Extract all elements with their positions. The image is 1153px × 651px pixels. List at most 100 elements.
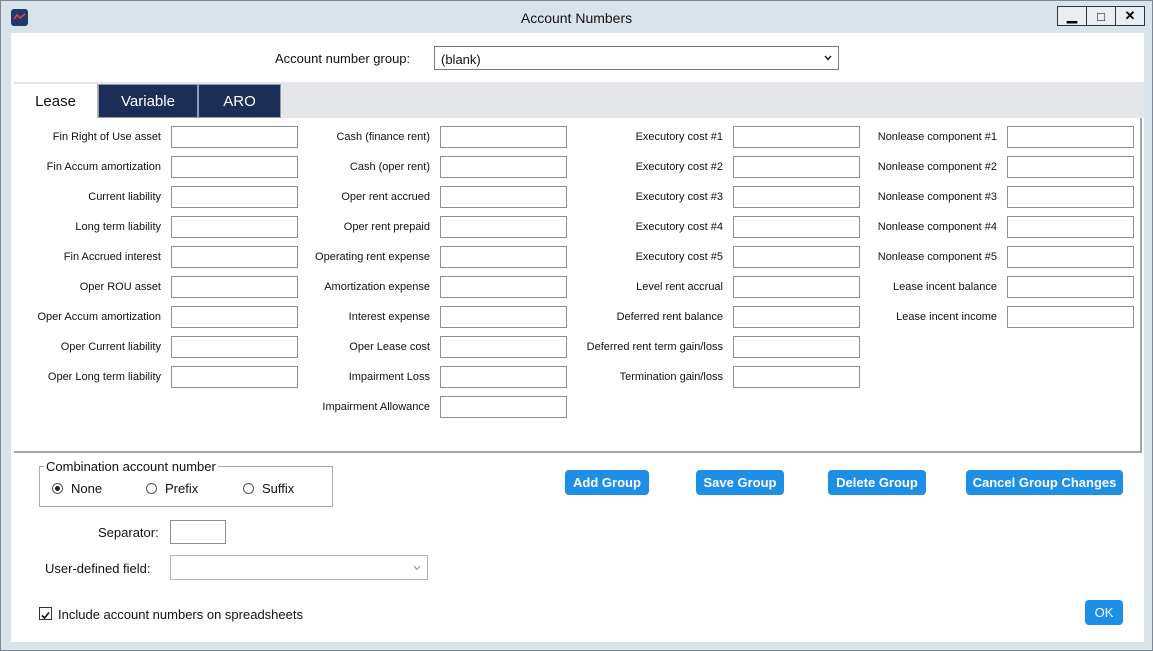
account-group-row: Account number group: (blank) bbox=[11, 46, 1144, 72]
save-group-button[interactable]: Save Group bbox=[696, 470, 784, 495]
minimize-button[interactable]: ▁ bbox=[1058, 7, 1086, 25]
field-input-col4-2[interactable] bbox=[1007, 186, 1134, 208]
field-label-col3-2: Executory cost #3 bbox=[635, 191, 723, 203]
separator-input[interactable] bbox=[170, 520, 226, 544]
field-input-col1-4[interactable] bbox=[171, 246, 298, 268]
field-label-col3-7: Deferred rent term gain/loss bbox=[586, 341, 723, 353]
field-input-col2-9[interactable] bbox=[440, 396, 567, 418]
field-input-col1-6[interactable] bbox=[171, 306, 298, 328]
maximize-icon: □ bbox=[1097, 8, 1105, 24]
field-input-col3-2[interactable] bbox=[733, 186, 860, 208]
tab-aro[interactable]: ARO bbox=[198, 84, 281, 118]
delete-group-button[interactable]: Delete Group bbox=[828, 470, 926, 495]
field-label-col2-9: Impairment Allowance bbox=[322, 401, 430, 413]
field-label-col1-3: Long term liability bbox=[75, 221, 161, 233]
field-label-col2-1: Cash (oper rent) bbox=[349, 161, 430, 173]
radio-icon bbox=[146, 483, 157, 494]
field-label-col3-8: Termination gain/loss bbox=[619, 371, 723, 383]
account-group-select[interactable]: (blank) bbox=[434, 46, 839, 70]
field-input-col2-6[interactable] bbox=[440, 306, 567, 328]
field-input-col2-0[interactable] bbox=[440, 126, 567, 148]
field-input-col3-5[interactable] bbox=[733, 276, 860, 298]
field-label-col2-6: Interest expense bbox=[348, 311, 430, 323]
field-input-col1-3[interactable] bbox=[171, 216, 298, 238]
chevron-down-icon bbox=[413, 565, 421, 571]
radio-prefix[interactable]: Prefix bbox=[146, 481, 198, 496]
account-numbers-window: Account Numbers ▁ □ ✕ Account number gro… bbox=[0, 0, 1153, 651]
field-label-col3-4: Executory cost #5 bbox=[635, 251, 723, 263]
combination-group: Combination account number None Prefix S… bbox=[39, 459, 333, 507]
field-input-col4-6[interactable] bbox=[1007, 306, 1134, 328]
radio-suffix[interactable]: Suffix bbox=[243, 481, 294, 496]
tab-lease[interactable]: Lease bbox=[14, 84, 98, 119]
minimize-icon: ▁ bbox=[1067, 8, 1077, 23]
field-label-col1-7: Oper Current liability bbox=[60, 341, 161, 353]
field-label-col4-5: Lease incent balance bbox=[893, 281, 997, 293]
field-input-col2-4[interactable] bbox=[440, 246, 567, 268]
radio-suffix-label: Suffix bbox=[262, 481, 295, 496]
field-input-col2-3[interactable] bbox=[440, 216, 567, 238]
separator-label: Separator: bbox=[98, 525, 159, 540]
field-input-col3-1[interactable] bbox=[733, 156, 860, 178]
field-input-col2-7[interactable] bbox=[440, 336, 567, 358]
field-label-col2-3: Oper rent prepaid bbox=[343, 221, 430, 233]
add-group-button[interactable]: Add Group bbox=[565, 470, 649, 495]
field-input-col2-8[interactable] bbox=[440, 366, 567, 388]
maximize-button[interactable]: □ bbox=[1086, 7, 1115, 25]
field-label-col3-3: Executory cost #4 bbox=[635, 221, 723, 233]
field-label-col4-3: Nonlease component #4 bbox=[877, 221, 997, 233]
field-label-col2-7: Oper Lease cost bbox=[349, 341, 430, 353]
close-button[interactable]: ✕ bbox=[1115, 7, 1144, 25]
account-group-value: (blank) bbox=[441, 52, 481, 67]
field-label-col1-0: Fin Right of Use asset bbox=[52, 131, 161, 143]
field-input-col3-3[interactable] bbox=[733, 216, 860, 238]
field-label-col2-0: Cash (finance rent) bbox=[336, 131, 430, 143]
radio-none[interactable]: None bbox=[52, 481, 102, 496]
lease-accounts-panel: Fin Right of Use asset Fin Accum amortiza… bbox=[14, 118, 1142, 453]
field-label-col3-6: Deferred rent balance bbox=[616, 311, 723, 323]
field-input-col4-0[interactable] bbox=[1007, 126, 1134, 148]
radio-none-label: None bbox=[71, 481, 103, 496]
field-input-col3-7[interactable] bbox=[733, 336, 860, 358]
field-label-col1-4: Fin Accrued interest bbox=[63, 251, 161, 263]
field-input-col4-1[interactable] bbox=[1007, 156, 1134, 178]
field-input-col3-8[interactable] bbox=[733, 366, 860, 388]
field-input-col1-5[interactable] bbox=[171, 276, 298, 298]
field-label-col4-4: Nonlease component #5 bbox=[877, 251, 997, 263]
field-label-col4-2: Nonlease component #3 bbox=[877, 191, 997, 203]
ok-button[interactable]: OK bbox=[1085, 600, 1123, 625]
field-label-col1-1: Fin Accum amortization bbox=[46, 161, 161, 173]
field-input-col2-5[interactable] bbox=[440, 276, 567, 298]
field-input-col3-0[interactable] bbox=[733, 126, 860, 148]
field-label-col1-8: Oper Long term liability bbox=[47, 371, 161, 383]
field-label-col4-1: Nonlease component #2 bbox=[877, 161, 997, 173]
field-label-col3-5: Level rent accrual bbox=[636, 281, 723, 293]
field-input-col1-1[interactable] bbox=[171, 156, 298, 178]
window-title: Account Numbers bbox=[520, 10, 633, 26]
field-label-col1-6: Oper Accum amortization bbox=[37, 311, 162, 323]
radio-selected-icon bbox=[52, 483, 63, 494]
tab-strip: Lease Variable ARO bbox=[14, 82, 1144, 119]
field-label-col2-5: Amortization expense bbox=[324, 281, 430, 293]
field-input-col2-2[interactable] bbox=[440, 186, 567, 208]
tab-variable[interactable]: Variable bbox=[98, 84, 198, 118]
radio-icon bbox=[243, 483, 254, 494]
field-input-col4-5[interactable] bbox=[1007, 276, 1134, 298]
include-account-numbers-checkbox[interactable] bbox=[39, 607, 52, 620]
radio-prefix-label: Prefix bbox=[165, 481, 199, 496]
field-input-col1-7[interactable] bbox=[171, 336, 298, 358]
field-input-col4-4[interactable] bbox=[1007, 246, 1134, 268]
cancel-group-changes-button[interactable]: Cancel Group Changes bbox=[966, 470, 1123, 495]
field-input-col4-3[interactable] bbox=[1007, 216, 1134, 238]
field-label-col4-6: Lease incent income bbox=[896, 311, 997, 323]
field-input-col3-6[interactable] bbox=[733, 306, 860, 328]
field-input-col3-4[interactable] bbox=[733, 246, 860, 268]
field-input-col1-0[interactable] bbox=[171, 126, 298, 148]
title-bar: Account Numbers ▁ □ ✕ bbox=[1, 1, 1152, 33]
field-input-col1-2[interactable] bbox=[171, 186, 298, 208]
field-input-col2-1[interactable] bbox=[440, 156, 567, 178]
field-input-col1-8[interactable] bbox=[171, 366, 298, 388]
field-label-col1-5: Oper ROU asset bbox=[79, 281, 161, 293]
window-controls: ▁ □ ✕ bbox=[1057, 6, 1145, 26]
user-defined-field-select[interactable] bbox=[170, 555, 428, 580]
